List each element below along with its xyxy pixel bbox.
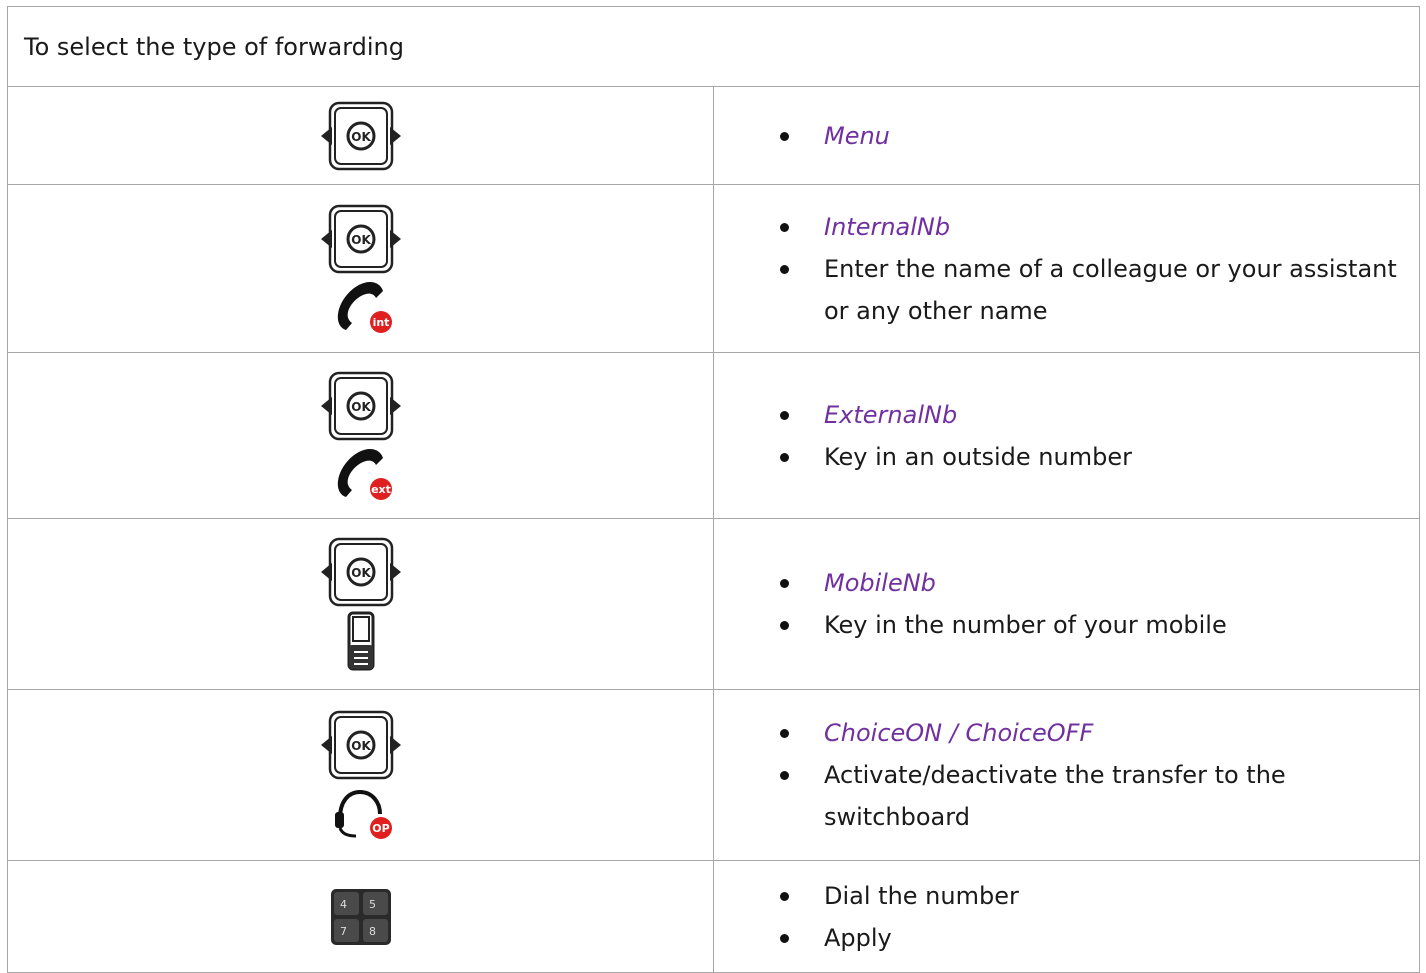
mobile-phone-icon xyxy=(347,611,374,671)
operator-headset-icon: OP xyxy=(334,789,392,839)
text-cell: Dial the number Apply xyxy=(713,860,1420,973)
text-cell: Menu xyxy=(713,86,1420,185)
icon-cell: OK OP xyxy=(7,689,714,861)
icon-cell: OK int xyxy=(7,184,714,353)
ok-label: OK xyxy=(351,739,371,753)
int-badge: int xyxy=(372,316,389,329)
table-row: OK int InternalNb Enter the name of a co… xyxy=(7,184,1420,353)
instruction-text: Key in the number of your mobile xyxy=(780,604,1419,646)
key-7: 7 xyxy=(340,925,347,938)
table-row: OK Menu xyxy=(7,86,1420,185)
ok-navigation-icon: OK xyxy=(320,204,401,273)
ok-label: OK xyxy=(351,566,371,580)
menu-item-menu: Menu xyxy=(780,115,1419,157)
header-row: To select the type of forwarding xyxy=(7,6,1420,87)
instruction-text: Key in an outside number xyxy=(780,436,1419,478)
keypad-icon: 4 5 7 8 xyxy=(330,888,391,945)
internal-call-icon: int xyxy=(337,281,392,333)
instruction-text: Activate/deactivate the transfer to the … xyxy=(780,754,1419,838)
icon-cell: OK ext xyxy=(7,352,714,519)
menu-item-choiceon-choiceoff: ChoiceON / ChoiceOFF xyxy=(780,712,1419,754)
table-row: OK MobileNb Key in the number of your mo… xyxy=(7,518,1420,690)
text-cell: MobileNb Key in the number of your mobil… xyxy=(713,518,1420,690)
text-cell: InternalNb Enter the name of a colleague… xyxy=(713,184,1420,353)
ok-label: OK xyxy=(351,400,371,414)
ok-label: OK xyxy=(351,130,371,144)
table-row: OK OP ChoiceON / ChoiceOFF Activate/deac… xyxy=(7,689,1420,861)
instruction-text: Dial the number xyxy=(780,875,1419,917)
op-badge: OP xyxy=(372,822,389,835)
key-4: 4 xyxy=(340,898,347,911)
table-title: To select the type of forwarding xyxy=(7,6,1420,87)
external-call-icon: ext xyxy=(337,448,392,500)
icon-cell: 4 5 7 8 xyxy=(7,860,714,973)
menu-item-internalnb: InternalNb xyxy=(780,206,1419,248)
ok-navigation-icon: OK xyxy=(320,101,401,170)
ok-navigation-icon: OK xyxy=(320,710,401,780)
menu-item-externalnb: ExternalNb xyxy=(780,394,1419,436)
menu-item-mobilenb: MobileNb xyxy=(780,562,1419,604)
key-5: 5 xyxy=(369,898,376,911)
text-cell: ExternalNb Key in an outside number xyxy=(713,352,1420,519)
ok-navigation-icon: OK xyxy=(320,371,401,440)
instruction-table: To select the type of forwarding OK Menu xyxy=(7,6,1420,973)
table-row: 4 5 7 8 Dial the number Apply xyxy=(7,860,1420,973)
icon-cell: OK xyxy=(7,86,714,185)
instruction-text: Enter the name of a colleague or your as… xyxy=(780,248,1419,332)
icon-cell: OK xyxy=(7,518,714,690)
instruction-text: Apply xyxy=(780,917,1419,959)
key-8: 8 xyxy=(369,925,376,938)
ext-badge: ext xyxy=(371,483,391,496)
table-row: OK ext ExternalNb Key in an outside numb… xyxy=(7,352,1420,519)
ok-navigation-icon: OK xyxy=(320,537,401,607)
text-cell: ChoiceON / ChoiceOFF Activate/deactivate… xyxy=(713,689,1420,861)
ok-label: OK xyxy=(351,233,371,247)
